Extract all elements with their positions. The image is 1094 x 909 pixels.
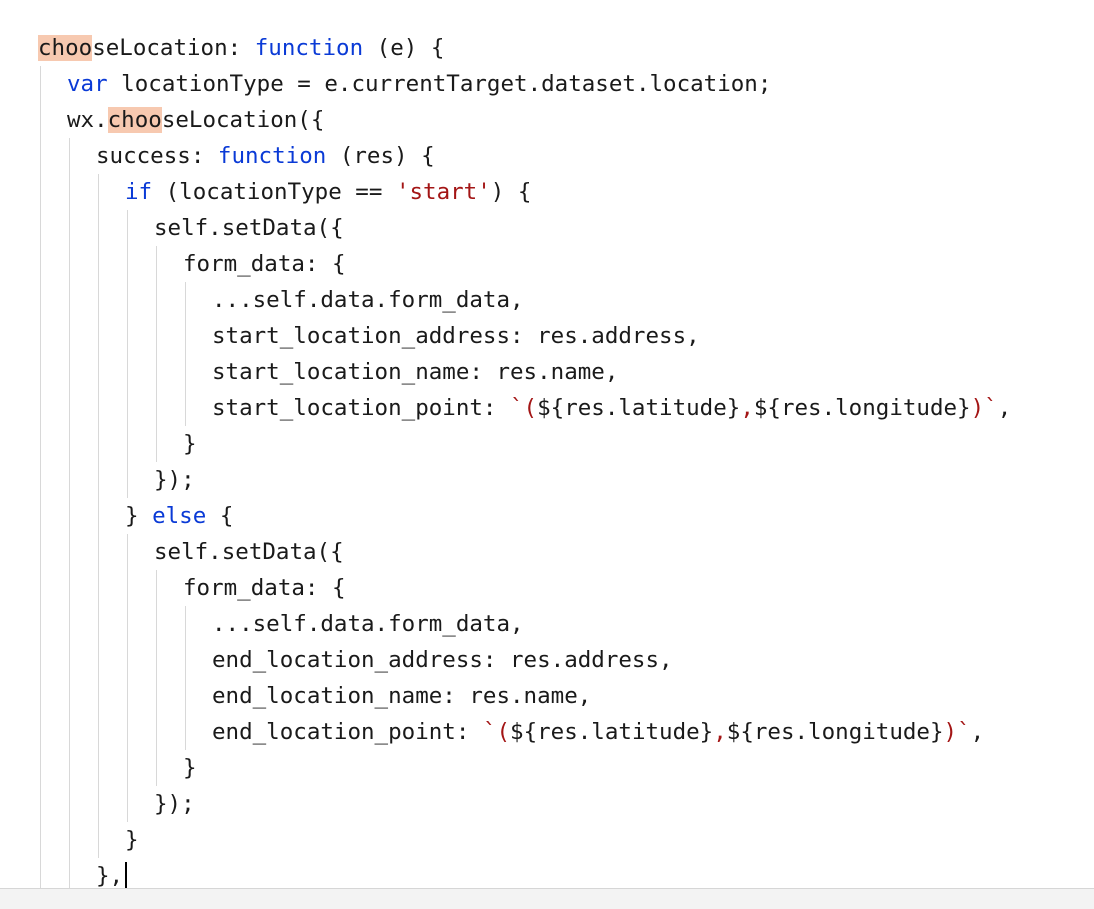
code-token: , <box>970 719 985 745</box>
indent-guide <box>127 534 128 822</box>
code-editor[interactable]: chooseLocation: function (e) {var locati… <box>0 0 1094 888</box>
indent-guide <box>98 174 99 858</box>
code-token: } <box>125 503 153 529</box>
code-token: } <box>183 755 197 781</box>
code-token: }, <box>96 863 124 888</box>
code-token: ${res.longitude} <box>726 719 944 745</box>
code-line[interactable]: self.setData({ <box>154 210 344 246</box>
code-token: form_data: { <box>183 251 346 277</box>
code-token: end_location_address: res.address, <box>212 647 673 673</box>
code-token: ${res.latitude} <box>537 395 741 421</box>
code-token: ) { <box>490 179 532 205</box>
code-line[interactable]: start_location_address: res.address, <box>212 318 700 354</box>
indent-guide <box>156 246 157 462</box>
code-line[interactable]: ...self.data.form_data, <box>212 606 524 642</box>
template-literal-token: `( <box>510 395 538 421</box>
code-line[interactable]: end_location_address: res.address, <box>212 642 673 678</box>
code-line[interactable]: end_location_name: res.name, <box>212 678 591 714</box>
code-line[interactable]: } else { <box>125 498 233 534</box>
code-line[interactable]: } <box>183 426 197 462</box>
code-line[interactable]: ...self.data.form_data, <box>212 282 524 318</box>
code-line[interactable]: success: function (res) { <box>96 138 435 174</box>
code-token: ...self.data.form_data, <box>212 611 524 637</box>
code-line[interactable]: }); <box>154 462 195 498</box>
status-bar <box>0 888 1094 909</box>
code-line[interactable]: } <box>183 750 197 786</box>
template-literal-token: , <box>740 395 754 421</box>
code-line[interactable]: form_data: { <box>183 246 346 282</box>
code-line[interactable]: wx.chooseLocation({ <box>67 102 324 138</box>
code-token: wx. <box>67 107 108 133</box>
code-line[interactable]: form_data: { <box>183 570 346 606</box>
template-literal-token: , <box>713 719 727 745</box>
code-token: , <box>997 395 1012 421</box>
indent-guide <box>127 210 128 498</box>
code-token: (res) { <box>326 143 435 169</box>
indent-guide <box>185 282 186 426</box>
code-token: start_location_address: res.address, <box>212 323 700 349</box>
code-token: ${res.latitude} <box>510 719 714 745</box>
code-token: start_location_name: res.name, <box>212 359 619 385</box>
keyword-token: function <box>217 143 327 169</box>
code-line[interactable]: }, <box>96 858 123 888</box>
code-token: self.setData({ <box>154 215 344 241</box>
template-literal-token: )` <box>970 395 998 421</box>
code-token: end_location_name: res.name, <box>212 683 592 709</box>
code-token: }); <box>154 467 195 493</box>
keyword-token: if <box>125 179 153 205</box>
code-token: { <box>206 503 234 529</box>
template-literal-token: )` <box>943 719 971 745</box>
code-token: self.setData({ <box>154 539 344 565</box>
code-token: form_data: { <box>183 575 346 601</box>
code-token: ...self.data.form_data, <box>212 287 524 313</box>
code-token: success: <box>96 143 218 169</box>
code-line[interactable]: start_location_point: `(${res.latitude},… <box>212 390 1011 426</box>
keyword-token: else <box>152 503 207 529</box>
keyword-token: function <box>254 35 364 61</box>
code-token: locationType = e.currentTarget.dataset.l… <box>107 71 772 97</box>
indent-guide <box>40 66 41 888</box>
code-line[interactable]: end_location_point: `(${res.latitude},${… <box>212 714 984 750</box>
code-token: }); <box>154 791 195 817</box>
keyword-token: var <box>67 71 108 97</box>
code-token: (locationType == <box>152 179 396 205</box>
code-token: } <box>125 827 139 853</box>
code-token: seLocation({ <box>161 107 325 133</box>
code-line[interactable]: var locationType = e.currentTarget.datas… <box>67 66 771 102</box>
code-token: end_location_point: <box>212 719 483 745</box>
code-line[interactable]: } <box>125 822 139 858</box>
search-highlight-token: choo <box>38 35 93 61</box>
code-line[interactable]: start_location_name: res.name, <box>212 354 618 390</box>
text-cursor <box>125 862 128 888</box>
string-token: 'start' <box>395 179 491 205</box>
code-token: seLocation: <box>92 35 255 61</box>
code-token: start_location_point: <box>212 395 511 421</box>
indent-guide <box>156 570 157 786</box>
code-line[interactable]: chooseLocation: function (e) { <box>38 30 444 66</box>
indent-guide <box>185 606 186 750</box>
code-token: (e) { <box>363 35 445 61</box>
code-line[interactable]: if (locationType == 'start') { <box>125 174 531 210</box>
code-token: ${res.longitude} <box>753 395 971 421</box>
code-token: } <box>183 431 197 457</box>
code-line[interactable]: }); <box>154 786 195 822</box>
search-highlight-token: choo <box>107 107 162 133</box>
template-literal-token: `( <box>482 719 511 745</box>
indent-guide <box>69 138 70 888</box>
code-line[interactable]: self.setData({ <box>154 534 344 570</box>
